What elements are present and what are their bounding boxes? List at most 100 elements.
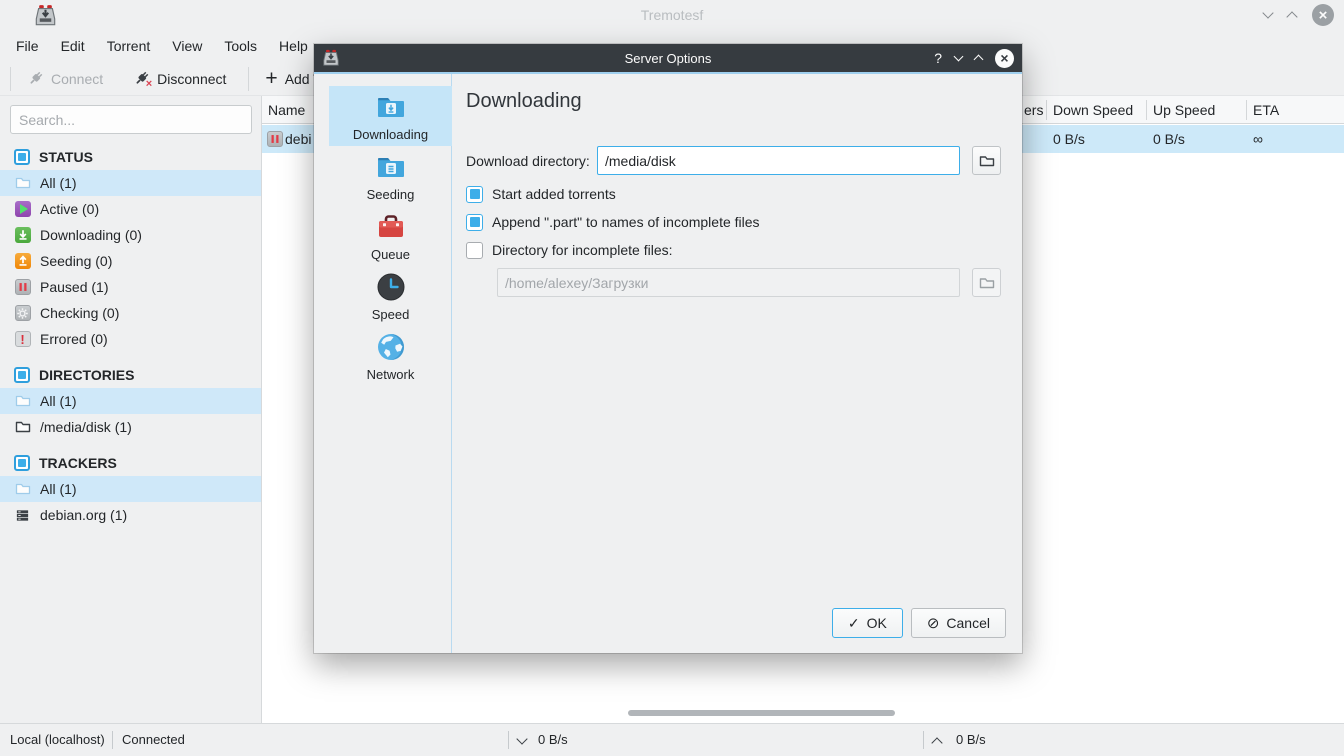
menu-help[interactable]: Help — [268, 30, 319, 62]
settings-nav: Downloading Seeding Q — [314, 74, 452, 653]
pause-icon — [14, 279, 31, 296]
folder-icon — [979, 153, 995, 169]
sidebar-item-active[interactable]: Active (0) — [0, 196, 261, 222]
plug-connect-icon — [27, 70, 44, 87]
minimize-button[interactable] — [1262, 7, 1273, 18]
torrent-down-speed: 0 B/s — [1053, 125, 1085, 153]
sidebar-item-seeding[interactable]: Seeding (0) — [0, 248, 261, 274]
section-header-directories: DIRECTORIES — [0, 362, 261, 388]
maximize-button[interactable] — [1286, 11, 1297, 22]
nav-label: Network — [367, 367, 415, 382]
item-label: Seeding (0) — [40, 253, 112, 269]
globe-icon — [375, 331, 407, 363]
nav-item-speed[interactable]: Speed — [329, 266, 452, 326]
section-header-status: STATUS — [0, 144, 261, 170]
folder-icon — [14, 175, 31, 192]
sidebar-item-trackers-all[interactable]: All (1) — [0, 476, 261, 502]
active-play-icon — [14, 201, 31, 218]
disconnect-button[interactable]: Disconnect — [125, 65, 234, 93]
start-added-torrents-checkbox[interactable]: Start added torrents — [466, 184, 616, 204]
downloading-settings-page: Downloading Download directory: Start ad… — [452, 74, 1022, 653]
menu-torrent[interactable]: Torrent — [96, 30, 162, 62]
maximize-button[interactable] — [974, 55, 984, 65]
sidebar-item-paused[interactable]: Paused (1) — [0, 274, 261, 300]
horizontal-scrollbar[interactable] — [628, 710, 895, 716]
nav-item-queue[interactable]: Queue — [329, 206, 452, 266]
plug-disconnect-icon — [133, 70, 150, 87]
folder-icon — [979, 275, 995, 291]
browse-folder-button[interactable] — [972, 146, 1001, 175]
dialog-titlebar[interactable]: Server Options ? — [314, 44, 1022, 72]
ok-button[interactable]: OK — [832, 608, 903, 638]
sidebar-item-directories-all[interactable]: All (1) — [0, 388, 261, 414]
statusbar-separator — [112, 731, 113, 749]
section-title: DIRECTORIES — [39, 367, 134, 383]
checkbox-checked[interactable] — [466, 214, 483, 231]
nav-label: Queue — [371, 247, 410, 262]
toolbox-icon — [375, 211, 407, 243]
nav-item-seeding[interactable]: Seeding — [329, 146, 452, 206]
tracker-list-icon — [14, 507, 31, 524]
nav-label: Speed — [372, 307, 410, 322]
upload-arrow-icon — [14, 253, 31, 270]
browse-folder-button-disabled[interactable] — [972, 268, 1001, 297]
column-header-eta[interactable]: ETA — [1253, 96, 1279, 124]
incomplete-directory-checkbox[interactable]: Directory for incomplete files: — [466, 240, 673, 260]
close-button[interactable] — [995, 49, 1014, 68]
incomplete-directory-input[interactable] — [497, 268, 960, 297]
folder-dark-icon — [14, 419, 31, 436]
ok-label: OK — [867, 615, 887, 631]
help-button[interactable]: ? — [934, 50, 942, 66]
checkbox-label: Append ".part" to names of incomplete fi… — [492, 214, 760, 230]
append-part-checkbox[interactable]: Append ".part" to names of incomplete fi… — [466, 212, 760, 232]
checkbox-unchecked[interactable] — [466, 242, 483, 259]
item-label: Checking (0) — [40, 305, 119, 321]
total-upload-speed: 0 B/s — [956, 724, 986, 756]
toolbar-separator — [248, 67, 249, 91]
column-header-name[interactable]: Name — [268, 96, 305, 124]
nav-label: Seeding — [367, 187, 415, 202]
filter-icon — [14, 149, 30, 165]
sidebar-item-checking[interactable]: Checking (0) — [0, 300, 261, 326]
menu-file[interactable]: File — [5, 30, 50, 62]
column-header-up-speed[interactable]: Up Speed — [1153, 96, 1215, 124]
page-title: Downloading — [466, 90, 582, 113]
torrent-name: debi — [285, 125, 311, 153]
column-header-partial[interactable]: ers — [1024, 96, 1043, 124]
section-header-trackers: TRACKERS — [0, 450, 261, 476]
main-titlebar: Tremotesf — [0, 0, 1344, 30]
connect-button[interactable]: Connect — [19, 65, 111, 93]
connect-label: Connect — [51, 71, 103, 87]
checkbox-checked[interactable] — [466, 186, 483, 203]
filter-icon — [14, 367, 30, 383]
item-label: All (1) — [40, 393, 77, 409]
folder-icon — [14, 393, 31, 410]
torrent-up-speed: 0 B/s — [1153, 125, 1185, 153]
sidebar-item-downloading[interactable]: Downloading (0) — [0, 222, 261, 248]
folder-files-icon — [375, 151, 407, 183]
menu-view[interactable]: View — [161, 30, 213, 62]
pause-icon — [266, 130, 283, 147]
cancel-button[interactable]: Cancel — [911, 608, 1006, 638]
server-name: Local (localhost) — [10, 724, 105, 756]
sidebar-item-debian-org[interactable]: debian.org (1) — [0, 502, 261, 528]
sidebar-item-media-disk[interactable]: /media/disk (1) — [0, 414, 261, 440]
close-button[interactable] — [1312, 4, 1334, 26]
item-label: debian.org (1) — [40, 507, 127, 523]
menu-edit[interactable]: Edit — [50, 30, 96, 62]
search-input[interactable] — [10, 105, 252, 134]
nav-item-network[interactable]: Network — [329, 326, 452, 386]
item-label: All (1) — [40, 481, 77, 497]
download-directory-input[interactable] — [597, 146, 960, 175]
sidebar-item-status-all[interactable]: All (1) — [0, 170, 261, 196]
exclamation-icon: ! — [14, 331, 31, 348]
dialog-title: Server Options — [314, 51, 1022, 66]
minimize-button[interactable] — [954, 52, 964, 62]
menu-tools[interactable]: Tools — [213, 30, 268, 62]
column-header-down-speed[interactable]: Down Speed — [1053, 96, 1133, 124]
item-label: /media/disk (1) — [40, 419, 132, 435]
nav-item-downloading[interactable]: Downloading — [329, 86, 452, 146]
nav-label: Downloading — [353, 127, 428, 142]
sidebar-item-errored[interactable]: ! Errored (0) — [0, 326, 261, 352]
column-divider — [1046, 100, 1047, 120]
